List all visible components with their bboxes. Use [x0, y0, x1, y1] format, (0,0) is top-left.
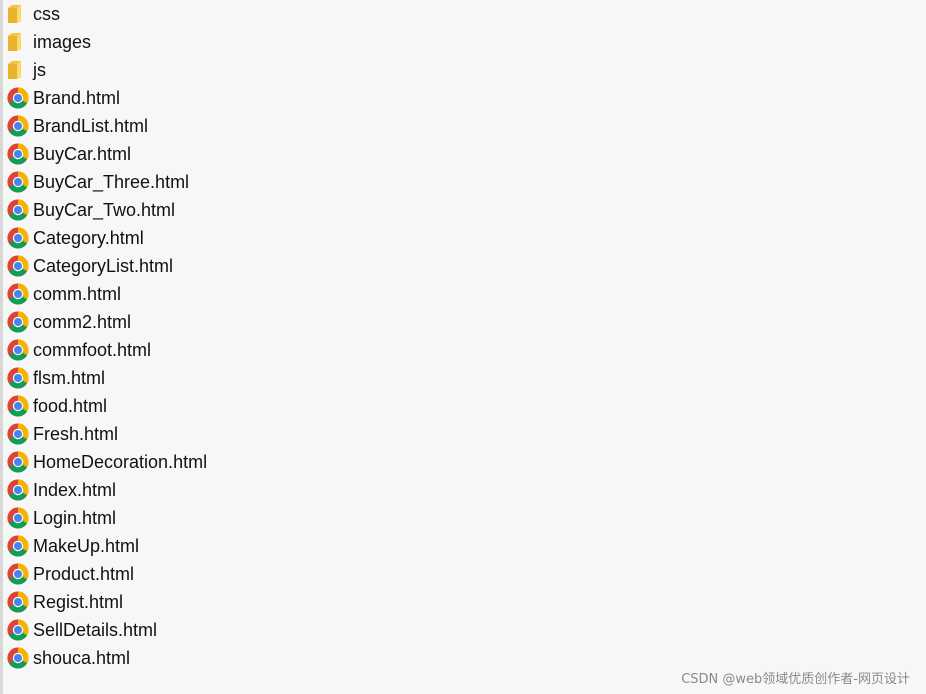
file-name: flsm.html: [33, 368, 105, 388]
folder-name: js: [33, 60, 46, 80]
file-name: CategoryList.html: [33, 256, 174, 276]
file-name: comm2.html: [33, 312, 132, 332]
chrome-icon: [7, 560, 33, 588]
file-item[interactable]: comm2.html: [7, 308, 407, 336]
file-name: Fresh.html: [33, 424, 119, 444]
folder-item[interactable]: js: [7, 56, 407, 84]
file-item[interactable]: flsm.html: [7, 364, 407, 392]
chrome-icon: [7, 336, 33, 364]
file-item[interactable]: Login.html: [7, 504, 407, 532]
file-item[interactable]: MakeUp.html: [7, 532, 407, 560]
folder-item[interactable]: css: [7, 0, 407, 28]
file-name: comm.html: [33, 284, 122, 304]
folder-name: images: [33, 32, 92, 52]
file-name: Login.html: [33, 508, 117, 528]
chrome-icon: [7, 476, 33, 504]
chrome-icon: [7, 112, 33, 140]
file-item[interactable]: Index.html: [7, 476, 407, 504]
folder-icon: [7, 56, 33, 84]
chrome-icon: [7, 252, 33, 280]
file-item[interactable]: comm.html: [7, 280, 407, 308]
folder-item[interactable]: images: [7, 28, 407, 56]
chrome-icon: [7, 616, 33, 644]
file-item[interactable]: Regist.html: [7, 588, 407, 616]
chrome-icon: [7, 84, 33, 112]
chrome-icon: [7, 448, 33, 476]
chrome-icon: [7, 644, 33, 672]
folder-icon: [7, 28, 33, 56]
chrome-icon: [7, 420, 33, 448]
file-item[interactable]: food.html: [7, 392, 407, 420]
file-item[interactable]: shouca.html: [7, 644, 407, 672]
file-name: SellDetails.html: [33, 620, 158, 640]
file-item[interactable]: BuyCar_Three.html: [7, 168, 407, 196]
file-name: food.html: [33, 396, 108, 416]
file-name: BrandList.html: [33, 116, 149, 136]
chrome-icon: [7, 196, 33, 224]
file-name: MakeUp.html: [33, 536, 140, 556]
file-name: BuyCar_Three.html: [33, 172, 190, 192]
file-name: BuyCar.html: [33, 144, 132, 164]
chrome-icon: [7, 168, 33, 196]
chrome-icon: [7, 280, 33, 308]
file-item[interactable]: BuyCar.html: [7, 140, 407, 168]
file-item[interactable]: Category.html: [7, 224, 407, 252]
file-list: css images js Brand.html BrandList.html …: [7, 0, 407, 672]
window-left-border: [0, 0, 3, 694]
file-name: Category.html: [33, 228, 144, 248]
chrome-icon: [7, 140, 33, 168]
file-name: Index.html: [33, 480, 117, 500]
chrome-icon: [7, 224, 33, 252]
file-item[interactable]: BrandList.html: [7, 112, 407, 140]
folder-icon: [7, 0, 33, 28]
file-item[interactable]: SellDetails.html: [7, 616, 407, 644]
chrome-icon: [7, 364, 33, 392]
file-name: commfoot.html: [33, 340, 152, 360]
file-name: Regist.html: [33, 592, 124, 612]
file-item[interactable]: HomeDecoration.html: [7, 448, 407, 476]
file-name: Product.html: [33, 564, 135, 584]
file-item[interactable]: BuyCar_Two.html: [7, 196, 407, 224]
chrome-icon: [7, 392, 33, 420]
file-name: BuyCar_Two.html: [33, 200, 176, 220]
file-name: shouca.html: [33, 648, 131, 668]
chrome-icon: [7, 532, 33, 560]
folder-name: css: [33, 4, 60, 24]
chrome-icon: [7, 504, 33, 532]
chrome-icon: [7, 308, 33, 336]
file-item[interactable]: Brand.html: [7, 84, 407, 112]
file-item[interactable]: Product.html: [7, 560, 407, 588]
file-name: Brand.html: [33, 88, 121, 108]
watermark-text: CSDN @web领域优质创作者-网页设计: [681, 672, 910, 687]
file-name: HomeDecoration.html: [33, 452, 208, 472]
file-item[interactable]: Fresh.html: [7, 420, 407, 448]
file-item[interactable]: commfoot.html: [7, 336, 407, 364]
file-item[interactable]: CategoryList.html: [7, 252, 407, 280]
chrome-icon: [7, 588, 33, 616]
